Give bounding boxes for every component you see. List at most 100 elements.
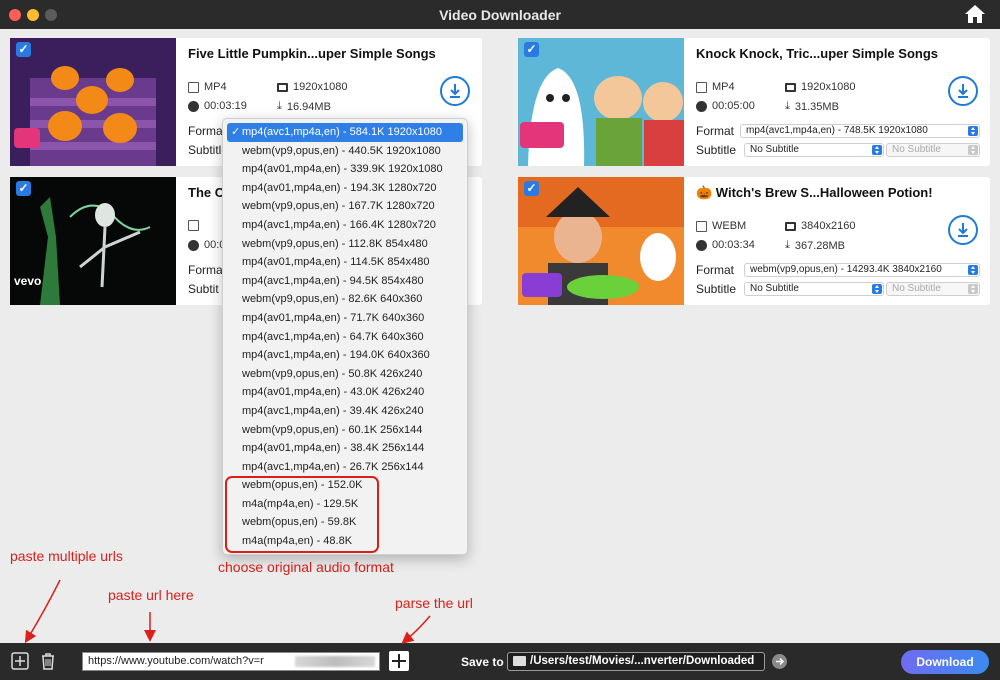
download-size-icon: ⤓	[277, 100, 282, 112]
format-option[interactable]: m4a(mp4a,en) - 129.5K	[223, 495, 467, 514]
format-option[interactable]: mp4(av01,mp4a,en) - 194.3K 1280x720	[223, 179, 467, 198]
format-option[interactable]: webm(opus,en) - 59.8K	[223, 513, 467, 532]
format-option[interactable]: webm(vp9,opus,en) - 440.5K 1920x1080	[223, 142, 467, 161]
video-title: Knock Knock, Tric...uper Simple Songs	[696, 46, 938, 61]
plus-icon	[392, 654, 406, 668]
video-card: ✓ 🎃 Witch's Brew S...Halloween Potion! W…	[518, 177, 990, 305]
download-video-button[interactable]	[948, 215, 978, 245]
download-button[interactable]: Download	[901, 650, 989, 674]
annotation-audio-format: choose original audio format	[218, 559, 394, 575]
format-option[interactable]: mp4(avc1,mp4a,en) - 166.4K 1280x720	[223, 216, 467, 235]
format-option[interactable]: mp4(av01,mp4a,en) - 38.4K 256x144	[223, 439, 467, 458]
select-arrow-icon	[872, 284, 882, 294]
subtitle-label: Subtitle	[696, 143, 737, 157]
format-dropdown-menu: ✓ mp4(avc1,mp4a,en) - 584.1K 1920x1080 web…	[222, 118, 468, 555]
save-to-label: Save to	[461, 655, 504, 669]
download-arrow-icon	[450, 84, 460, 98]
format-option[interactable]: webm(vp9,opus,en) - 50.8K 426x240	[223, 365, 467, 384]
resolution-info: 3840x2160	[785, 220, 855, 232]
annotation-paste-url: paste url here	[108, 587, 194, 603]
duration-info: 00:0	[188, 239, 225, 251]
video-title: The C	[188, 185, 225, 200]
format-options-list: ✓ mp4(avc1,mp4a,en) - 584.1K 1920x1080 web…	[223, 123, 467, 551]
select-checkbox[interactable]: ✓	[524, 181, 539, 196]
checkmark-icon: ✓	[231, 126, 241, 138]
open-folder-button[interactable]	[772, 654, 787, 669]
size-info: ⤓ 367.28MB	[785, 239, 846, 252]
trash-icon[interactable]	[39, 652, 57, 670]
format-option[interactable]: webm(vp9,opus,en) - 112.8K 854x480	[223, 235, 467, 254]
select-arrow-icon	[968, 284, 978, 294]
duration-info: 00:03:34	[696, 239, 755, 251]
bottom-toolbar: https://www.youtube.com/watch?v=r Save t…	[0, 643, 1000, 680]
select-checkbox[interactable]: ✓	[16, 42, 31, 57]
subtitle-label: Subtitle	[696, 282, 737, 296]
subtitle-label: Subtit	[188, 282, 219, 296]
select-checkbox[interactable]: ✓	[524, 42, 539, 57]
format-option[interactable]: m4a(mp4a,en) - 48.8K	[223, 532, 467, 551]
select-checkbox[interactable]: ✓	[16, 181, 31, 196]
video-thumbnail: ✓	[10, 38, 176, 166]
film-icon	[188, 81, 199, 93]
video-list: ✓ Five Little Pumpkin...uper Simple Song…	[0, 29, 1000, 643]
select-arrow-icon	[968, 265, 978, 275]
select-arrow-icon	[872, 145, 882, 155]
subtitle-secondary-select: No Subtitle	[886, 282, 980, 296]
clock-icon	[696, 239, 707, 251]
download-arrow-icon	[958, 223, 968, 237]
download-video-button[interactable]	[948, 76, 978, 106]
home-icon[interactable]	[964, 4, 986, 24]
monitor-icon	[785, 221, 796, 231]
film-icon	[696, 81, 707, 93]
select-arrow-icon	[968, 145, 978, 155]
add-multiple-urls-icon[interactable]	[11, 652, 29, 670]
film-icon	[188, 220, 199, 231]
clock-icon	[696, 100, 707, 112]
duration-info: 00:05:00	[696, 100, 755, 112]
format-option[interactable]: mp4(av01,mp4a,en) - 43.0K 426x240	[223, 383, 467, 402]
format-select[interactable]: webm(vp9,opus,en) - 14293.4K 3840x2160	[744, 263, 980, 277]
title-bar: Video Downloader	[0, 0, 1000, 29]
monitor-icon	[785, 82, 796, 92]
video-title: 🎃 Witch's Brew S...Halloween Potion!	[696, 185, 933, 200]
monitor-icon	[277, 82, 288, 92]
resolution-info: 1920x1080	[277, 81, 347, 93]
annotation-paste-multiple: paste multiple urls	[10, 548, 123, 564]
format-option[interactable]: mp4(avc1,mp4a,en) - 64.7K 640x360	[223, 328, 467, 347]
format-label: Forma	[188, 263, 223, 277]
subtitle-secondary-select: No Subtitle	[886, 143, 980, 157]
video-thumbnail: ✓	[518, 38, 684, 166]
format-info	[188, 220, 199, 231]
video-thumbnail: vevo ✓	[10, 177, 176, 305]
annotation-parse-url: parse the url	[395, 595, 473, 611]
window-title: Video Downloader	[439, 7, 561, 23]
blurred-url-part	[295, 656, 375, 667]
vevo-logo: vevo	[14, 274, 41, 288]
format-option[interactable]: ✓ mp4(avc1,mp4a,en) - 584.1K 1920x1080	[227, 123, 463, 142]
arrow-right-icon	[776, 657, 785, 666]
download-arrow-icon	[958, 84, 968, 98]
size-info: ⤓ 16.94MB	[277, 100, 331, 113]
format-info: MP4	[696, 81, 735, 93]
format-label: Format	[188, 124, 227, 138]
format-option[interactable]: webm(vp9,opus,en) - 60.1K 256x144	[223, 421, 467, 440]
parse-url-button[interactable]	[389, 651, 409, 671]
format-option[interactable]: webm(vp9,opus,en) - 82.6K 640x360	[223, 290, 467, 309]
format-option[interactable]: mp4(av01,mp4a,en) - 71.7K 640x360	[223, 309, 467, 328]
format-option[interactable]: mp4(avc1,mp4a,en) - 26.7K 256x144	[223, 458, 467, 477]
format-option[interactable]: webm(vp9,opus,en) - 167.7K 1280x720	[223, 197, 467, 216]
subtitle-select[interactable]: No Subtitle	[744, 143, 884, 157]
format-option[interactable]: mp4(avc1,mp4a,en) - 39.4K 426x240	[223, 402, 467, 421]
download-video-button[interactable]	[440, 76, 470, 106]
format-option[interactable]: mp4(avc1,mp4a,en) - 194.0K 640x360	[223, 346, 467, 365]
subtitle-select[interactable]: No Subtitle	[744, 282, 884, 296]
format-option[interactable]: mp4(av01,mp4a,en) - 339.9K 1920x1080	[223, 160, 467, 179]
format-option[interactable]: webm(opus,en) - 152.0K	[223, 476, 467, 495]
format-info: MP4	[188, 81, 227, 93]
format-select[interactable]: mp4(avc1,mp4a,en) - 748.5K 1920x1080	[740, 124, 980, 138]
url-input[interactable]: https://www.youtube.com/watch?v=r	[82, 652, 380, 671]
format-option[interactable]: mp4(avc1,mp4a,en) - 94.5K 854x480	[223, 272, 467, 291]
format-option[interactable]: mp4(av01,mp4a,en) - 114.5K 854x480	[223, 253, 467, 272]
save-path-field[interactable]: /Users/test/Movies/...nverter/Downloaded	[507, 652, 765, 671]
film-icon	[696, 220, 707, 232]
